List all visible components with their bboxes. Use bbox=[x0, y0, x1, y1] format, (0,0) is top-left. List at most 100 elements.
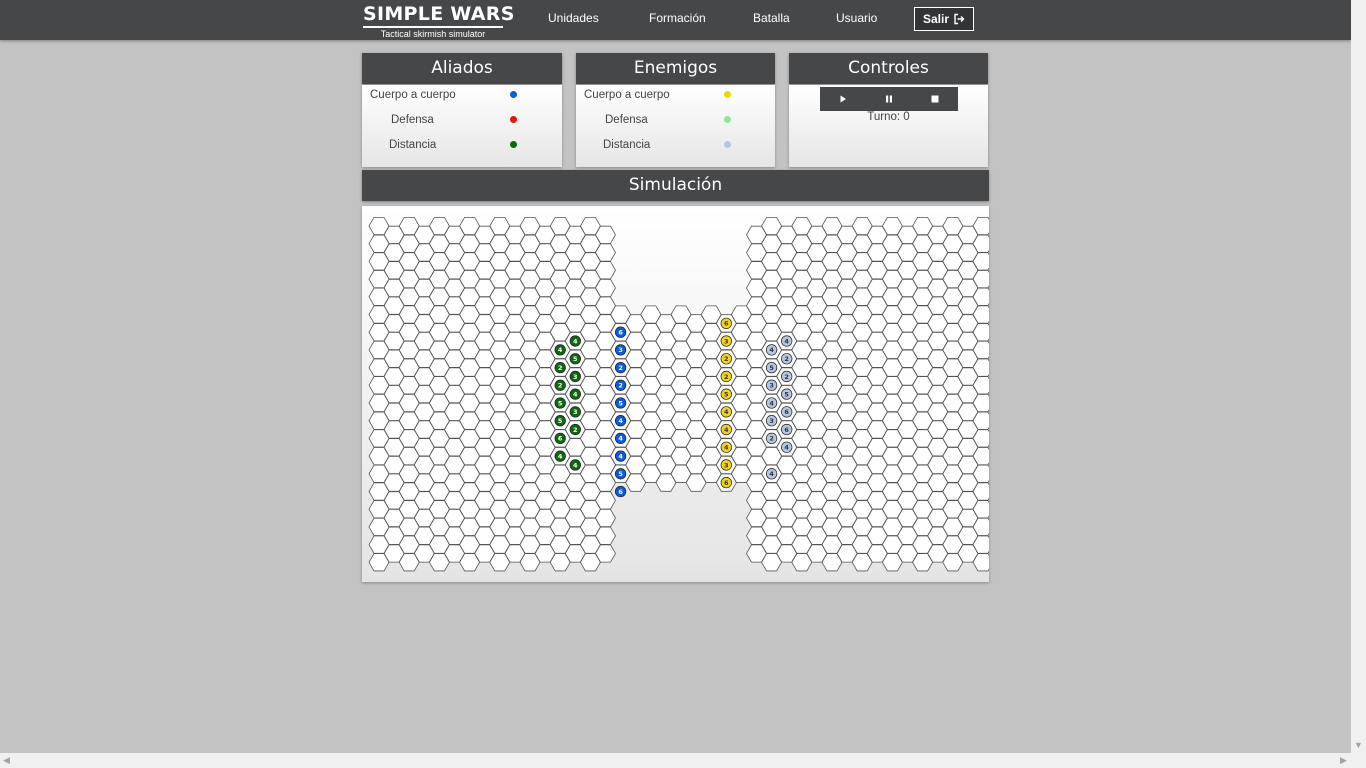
ally-melee-unit[interactable]: 5 bbox=[614, 468, 627, 480]
enemy-ranged-unit[interactable]: 2 bbox=[781, 353, 793, 365]
logout-button[interactable]: Salir bbox=[914, 7, 974, 31]
ally-melee-unit-strength: 6 bbox=[618, 329, 623, 337]
ally-melee-unit-strength: 4 bbox=[618, 417, 623, 425]
ally-ranged-unit-strength: 3 bbox=[573, 408, 578, 416]
enemy-ranged-unit[interactable]: 3 bbox=[765, 415, 778, 427]
ally-ranged-unit[interactable]: 5 bbox=[554, 415, 566, 427]
pause-button[interactable] bbox=[866, 87, 912, 111]
enemy-ranged-unit[interactable]: 6 bbox=[781, 406, 793, 418]
enemy-ranged-unit[interactable]: 4 bbox=[781, 441, 793, 453]
simulation-title: Simulación bbox=[628, 175, 723, 195]
vertical-scrollbar[interactable]: ▼ bbox=[1351, 0, 1366, 768]
enemies-title: Enemigos bbox=[633, 58, 718, 78]
simulation-panel-header: Simulación bbox=[362, 170, 989, 201]
enemy-melee-unit[interactable]: 5 bbox=[720, 388, 732, 400]
simulation-panel: 4 4 5 2 3 2 4 5 3 5 2 6 4 4 6 3 2 2 5 4 4 4 5 6 6 3 2 2 5 4 4 4 3 6 4 4 2 5 2 3… bbox=[362, 206, 989, 582]
enemy-ranged-unit[interactable]: 5 bbox=[781, 388, 793, 400]
sign-out-icon bbox=[954, 13, 965, 25]
enemies-panel-header: Enemigos bbox=[576, 53, 775, 84]
enemy-melee-unit[interactable]: 2 bbox=[720, 370, 732, 383]
enemy-ranged-unit[interactable]: 4 bbox=[781, 335, 793, 347]
ally-melee-unit-strength: 6 bbox=[618, 488, 623, 496]
enemy-melee-unit[interactable]: 6 bbox=[720, 317, 732, 329]
ally-melee-unit[interactable]: 4 bbox=[614, 432, 627, 445]
nav-link-batalla[interactable]: Batalla bbox=[753, 11, 790, 25]
enemy-melee-unit[interactable]: 3 bbox=[720, 335, 732, 347]
ally-ranged-unit-strength: 5 bbox=[558, 417, 563, 425]
ally-melee-unit[interactable]: 2 bbox=[614, 361, 627, 374]
legend-label: Defensa bbox=[605, 114, 648, 126]
ally-melee-unit[interactable]: 6 bbox=[614, 326, 627, 338]
enemy-ranged-unit[interactable]: 2 bbox=[765, 432, 778, 445]
ally-ranged-unit[interactable]: 2 bbox=[554, 361, 566, 374]
scroll-down-arrow-icon[interactable]: ▼ bbox=[1354, 741, 1363, 750]
ally-ranged-unit-strength: 3 bbox=[573, 373, 578, 381]
stop-icon bbox=[931, 95, 939, 103]
ally-defense-dot bbox=[510, 116, 517, 123]
enemy-melee-unit[interactable]: 4 bbox=[720, 441, 732, 453]
enemy-ranged-unit-strength: 5 bbox=[769, 364, 774, 372]
hex-battlefield[interactable]: 4 4 5 2 3 2 4 5 3 5 2 6 4 4 6 3 2 2 5 4 4 4 5 6 6 3 2 2 5 4 4 4 3 6 4 4 2 5 2 3… bbox=[362, 206, 989, 582]
enemy-ranged-unit-strength: 2 bbox=[784, 355, 789, 363]
pause-icon bbox=[886, 95, 892, 103]
ally-melee-unit[interactable]: 4 bbox=[614, 450, 627, 462]
play-button[interactable] bbox=[820, 87, 866, 111]
enemy-melee-unit[interactable]: 4 bbox=[720, 423, 732, 436]
nav-link-unidades[interactable]: Unidades bbox=[548, 11, 599, 25]
brand-logo[interactable]: SIMPLE WARS Tactical skirmish simulator bbox=[363, 3, 514, 40]
ally-melee-unit[interactable]: 3 bbox=[614, 344, 627, 356]
scroll-right-arrow-icon[interactable]: ▶ bbox=[1340, 756, 1347, 765]
enemy-ranged-unit[interactable]: 4 bbox=[765, 397, 778, 409]
ally-ranged-unit[interactable]: 5 bbox=[554, 397, 566, 409]
enemy-melee-unit-strength: 4 bbox=[724, 408, 729, 416]
nav-link-usuario[interactable]: Usuario bbox=[836, 11, 877, 25]
ally-ranged-unit-strength: 2 bbox=[558, 382, 563, 390]
ally-melee-unit[interactable]: 2 bbox=[614, 379, 627, 391]
enemy-ranged-unit[interactable]: 5 bbox=[765, 361, 778, 374]
enemy-melee-unit[interactable]: 2 bbox=[720, 353, 732, 365]
brand-subtitle: Tactical skirmish simulator bbox=[380, 29, 486, 39]
enemy-ranged-unit-strength: 3 bbox=[769, 382, 774, 390]
horizontal-scrollbar[interactable]: ◀ ▶ bbox=[0, 753, 1351, 768]
enemy-ranged-unit-strength: 3 bbox=[769, 417, 774, 425]
ally-ranged-unit-strength: 4 bbox=[573, 337, 578, 345]
ally-melee-unit[interactable]: 4 bbox=[614, 415, 627, 427]
ally-ranged-unit[interactable]: 4 bbox=[554, 344, 566, 356]
ally-ranged-unit[interactable]: 3 bbox=[569, 370, 581, 383]
legend-row-ally-ranged: Distancia bbox=[362, 136, 562, 154]
ally-ranged-unit[interactable]: 4 bbox=[554, 450, 566, 462]
enemy-ranged-unit[interactable]: 4 bbox=[765, 468, 778, 480]
enemy-ranged-unit[interactable]: 3 bbox=[765, 379, 778, 391]
enemy-melee-unit[interactable]: 6 bbox=[720, 477, 732, 489]
enemy-ranged-unit[interactable]: 2 bbox=[781, 370, 793, 383]
ally-melee-unit[interactable]: 5 bbox=[614, 397, 627, 409]
ally-ranged-unit[interactable]: 6 bbox=[554, 432, 566, 445]
nav-link-formacion[interactable]: Formación bbox=[649, 11, 706, 25]
scroll-left-arrow-icon[interactable]: ◀ bbox=[3, 756, 10, 765]
legend-label: Cuerpo a cuerpo bbox=[584, 89, 670, 101]
legend-label: Cuerpo a cuerpo bbox=[370, 89, 456, 101]
allies-title: Aliados bbox=[431, 58, 493, 78]
legend-label: Distancia bbox=[389, 139, 437, 151]
ally-ranged-unit[interactable]: 4 bbox=[569, 459, 581, 471]
enemy-melee-unit[interactable]: 3 bbox=[720, 459, 732, 471]
enemy-ranged-unit[interactable]: 4 bbox=[765, 344, 778, 356]
ally-ranged-unit[interactable]: 2 bbox=[554, 379, 566, 391]
stop-button[interactable] bbox=[912, 87, 958, 111]
enemy-ranged-unit[interactable]: 6 bbox=[781, 423, 793, 436]
enemy-ranged-unit-strength: 6 bbox=[784, 408, 789, 416]
play-icon bbox=[840, 95, 846, 103]
ally-ranged-unit[interactable]: 4 bbox=[569, 388, 581, 400]
allies-legend: Cuerpo a cuerpo Defensa Distancia bbox=[362, 85, 562, 167]
enemy-ranged-unit-strength: 6 bbox=[784, 426, 789, 434]
ally-ranged-unit[interactable]: 3 bbox=[569, 406, 581, 418]
ally-ranged-unit[interactable]: 2 bbox=[569, 423, 581, 436]
enemy-ranged-unit-strength: 4 bbox=[769, 399, 774, 407]
ally-melee-unit[interactable]: 6 bbox=[614, 485, 627, 498]
ally-ranged-unit[interactable]: 4 bbox=[569, 335, 581, 347]
ally-ranged-unit-strength: 5 bbox=[573, 355, 578, 363]
ally-ranged-unit[interactable]: 5 bbox=[569, 353, 581, 365]
enemy-melee-unit[interactable]: 4 bbox=[720, 406, 732, 418]
enemy-ranged-unit-strength: 2 bbox=[769, 435, 774, 443]
legend-row-enemy-melee: Cuerpo a cuerpo bbox=[576, 86, 775, 104]
